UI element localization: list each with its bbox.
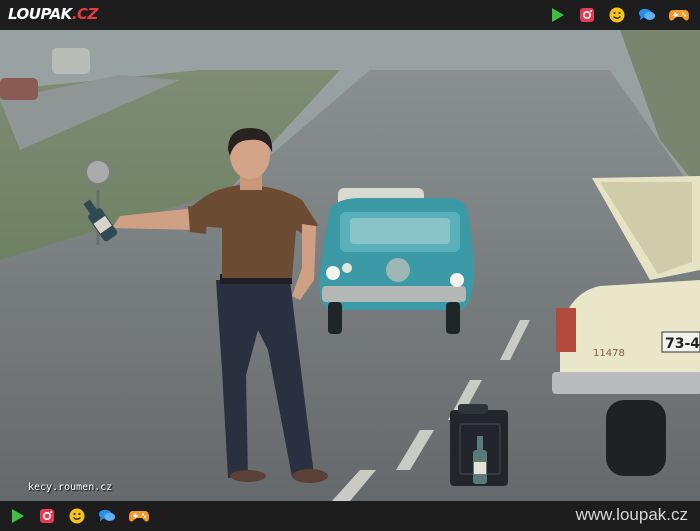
bottom-icon-group	[8, 507, 150, 525]
gamepad-icon[interactable]	[668, 6, 690, 24]
play-icon[interactable]	[548, 6, 566, 24]
road-sign	[85, 159, 111, 185]
site-logo[interactable]: LOUPAK.CZ	[8, 5, 98, 23]
svg-text:11478: 11478	[593, 348, 625, 359]
instagram-icon[interactable]	[38, 507, 56, 525]
photo-watermark: kecy.roumen.cz	[28, 482, 113, 493]
instagram-icon[interactable]	[578, 6, 596, 24]
photo-scene: 73-4 11478	[0, 30, 700, 501]
top-icon-group	[548, 6, 690, 24]
smiley-icon[interactable]	[608, 6, 626, 24]
chat-icon[interactable]	[98, 507, 116, 525]
main-photo: 73-4 11478 kecy.roumen.cz	[0, 30, 700, 501]
smiley-icon[interactable]	[68, 507, 86, 525]
logo-tld: .CZ	[71, 5, 99, 23]
logo-text: LOUPAK	[8, 5, 72, 23]
chat-icon[interactable]	[638, 6, 656, 24]
play-icon[interactable]	[8, 507, 26, 525]
license-plate: 73-4	[665, 336, 700, 352]
gamepad-icon[interactable]	[128, 507, 150, 525]
top-bar: LOUPAK.CZ	[0, 0, 700, 30]
distant-van	[52, 48, 90, 74]
distant-car	[0, 78, 38, 100]
site-url-link[interactable]: www.loupak.cz	[576, 505, 688, 525]
